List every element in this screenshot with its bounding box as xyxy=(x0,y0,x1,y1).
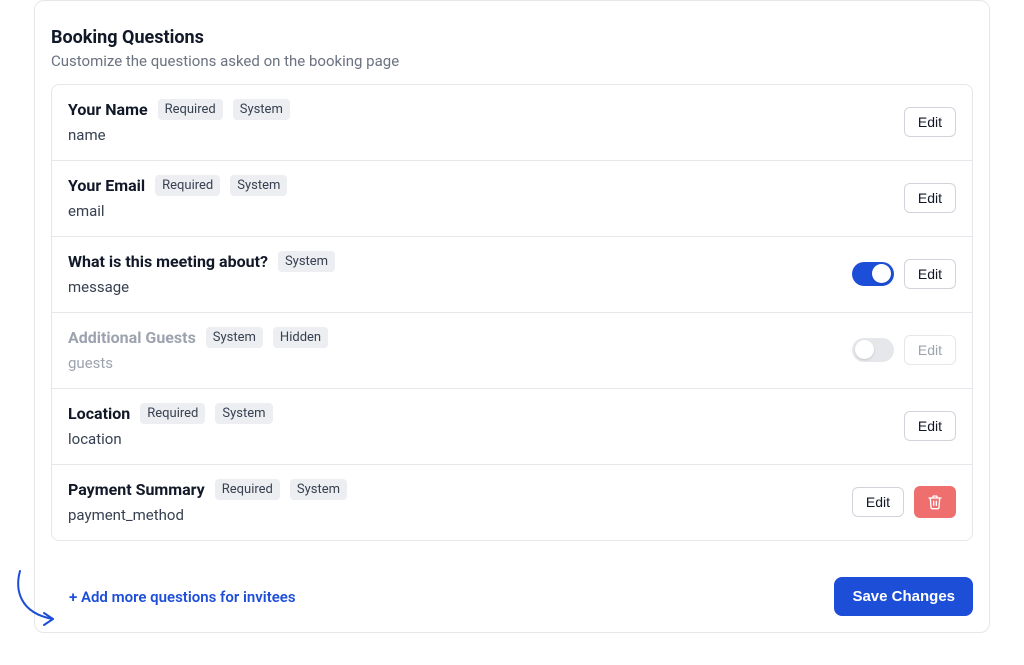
question-field-name: message xyxy=(68,278,840,296)
question-title-line: Your Name Required System xyxy=(68,99,892,120)
question-list: Your NameRequiredSystemnameEditYour Emai… xyxy=(51,84,973,541)
question-title: Your Name xyxy=(68,100,148,119)
required-badge: Required xyxy=(215,479,280,500)
card: Booking Questions Customize the question… xyxy=(34,0,990,633)
edit-button[interactable]: Edit xyxy=(852,487,904,517)
question-row: What is this meeting about? System message… xyxy=(52,237,972,313)
delete-button[interactable] xyxy=(914,486,956,518)
question-field-name: name xyxy=(68,126,892,144)
question-row-right: Edit xyxy=(904,183,956,213)
question-row-left: Your Email Required System email xyxy=(68,175,892,220)
question-field-name: guests xyxy=(68,354,840,372)
question-row: Additional Guests System Hidden guests Edit xyxy=(52,313,972,389)
edit-button[interactable]: Edit xyxy=(904,259,956,289)
question-title: Additional Guests xyxy=(68,328,196,347)
question-row-left: Your Name Required System name xyxy=(68,99,892,144)
question-title: Location xyxy=(68,404,130,423)
question-row-left: Additional Guests System Hidden guests xyxy=(68,327,840,372)
question-row: Your Name Required System name Edit xyxy=(52,85,972,161)
toggle-knob xyxy=(872,264,891,283)
section-subtitle: Customize the questions asked on the boo… xyxy=(51,52,973,70)
question-toggle[interactable] xyxy=(852,262,894,286)
edit-button[interactable]: Edit xyxy=(904,411,956,441)
question-field-name: location xyxy=(68,430,892,448)
edit-button[interactable]: Edit xyxy=(904,107,956,137)
question-row-right: Edit xyxy=(904,411,956,441)
edit-button[interactable]: Edit xyxy=(904,335,956,365)
question-title-line: Your Email Required System xyxy=(68,175,892,196)
question-row-left: What is this meeting about? System message xyxy=(68,251,840,296)
question-title-line: Location Required System xyxy=(68,403,892,424)
system-badge: System xyxy=(215,403,272,424)
question-title-line: What is this meeting about? System xyxy=(68,251,840,272)
required-badge: Required xyxy=(140,403,205,424)
section-title: Booking Questions xyxy=(51,27,973,48)
card-footer: + Add more questions for invitees Save C… xyxy=(51,541,973,616)
question-toggle[interactable] xyxy=(852,338,894,362)
question-row: Payment Summary Required System payment_met… xyxy=(52,465,972,540)
question-row: Your Email Required System email Edit xyxy=(52,161,972,237)
system-badge: System xyxy=(290,479,347,500)
header-block: Booking Questions Customize the question… xyxy=(51,17,973,84)
question-row-right: Edit xyxy=(852,486,956,518)
question-row-left: Location Required System location xyxy=(68,403,892,448)
required-badge: Required xyxy=(158,99,223,120)
question-row-right: Edit xyxy=(852,259,956,289)
system-badge: System xyxy=(230,175,287,196)
system-badge: System xyxy=(278,251,335,272)
question-title: Payment Summary xyxy=(68,480,205,499)
question-title: What is this meeting about? xyxy=(68,252,268,271)
trash-icon xyxy=(927,494,943,510)
question-row: Location Required System location Edit xyxy=(52,389,972,465)
question-row-left: Payment Summary Required System payment_met… xyxy=(68,479,840,524)
system-badge: System xyxy=(206,327,263,348)
question-row-right: Edit xyxy=(904,107,956,137)
edit-button[interactable]: Edit xyxy=(904,183,956,213)
save-changes-button[interactable]: Save Changes xyxy=(834,577,973,616)
toggle-knob xyxy=(855,340,874,359)
question-field-name: email xyxy=(68,202,892,220)
question-row-right: Edit xyxy=(852,335,956,365)
page-container: Booking Questions Customize the question… xyxy=(0,0,1024,653)
system-badge: System xyxy=(233,99,290,120)
question-title-line: Payment Summary Required System xyxy=(68,479,840,500)
question-title: Your Email xyxy=(68,176,145,195)
question-field-name: payment_method xyxy=(68,506,840,524)
add-question-link[interactable]: + Add more questions for invitees xyxy=(51,588,296,606)
required-badge: Required xyxy=(155,175,220,196)
hidden-badge: Hidden xyxy=(273,327,328,348)
question-title-line: Additional Guests System Hidden xyxy=(68,327,840,348)
